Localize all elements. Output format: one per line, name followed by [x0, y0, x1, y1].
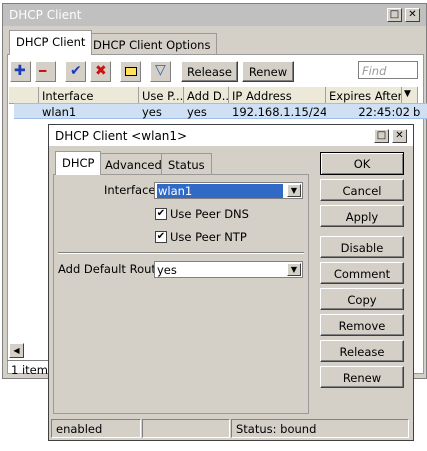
col-interface[interactable]: Interface [39, 87, 139, 104]
plus-icon: ✚ [14, 63, 26, 79]
dialog-restore-button[interactable]: □ [374, 129, 389, 143]
interface-label: Interface: [104, 183, 160, 197]
remove-button[interactable]: Remove [320, 314, 404, 336]
scroll-left-arrow[interactable]: ◀ [9, 343, 24, 358]
comment-button[interactable] [120, 61, 141, 82]
disable-button[interactable]: Disable [320, 236, 404, 258]
add-default-route-label: Add Default Route: [58, 262, 167, 276]
interface-select[interactable]: wlan1 ▼ [154, 182, 303, 199]
use-peer-dns-checkbox[interactable]: ✔ [155, 208, 167, 220]
window-titlebar[interactable]: DHCP Client □ ✕ [3, 4, 426, 26]
remove-button[interactable]: ━ [35, 61, 56, 82]
enable-button[interactable]: ✔ [65, 61, 86, 82]
columns-dropdown[interactable]: ▼ [402, 87, 418, 104]
comment-button[interactable]: Comment [320, 262, 404, 284]
cancel-button[interactable]: Cancel [320, 179, 404, 201]
cell-use-peer-dns: yes [142, 105, 162, 119]
cell-ip-address: 192.168.1.15/24 [232, 105, 326, 119]
apply-button[interactable]: Apply [320, 205, 404, 227]
col-ip-address[interactable]: IP Address [229, 87, 326, 104]
window-title: DHCP Client [9, 8, 82, 22]
copy-button[interactable]: Copy [320, 288, 404, 310]
find-input[interactable]: Find [358, 61, 418, 79]
renew-button[interactable]: Renew [320, 366, 404, 388]
filter-icon: ▽ [155, 62, 166, 78]
use-peer-dns-label: Use Peer DNS [170, 207, 249, 221]
minus-icon: ━ [39, 64, 47, 78]
disable-button[interactable]: ✖ [90, 61, 111, 82]
filter-button[interactable]: ▽ [150, 61, 171, 82]
col-selector[interactable] [9, 87, 39, 104]
use-peer-ntp-label: Use Peer NTP [170, 230, 247, 244]
tab-dhcp[interactable]: DHCP [55, 151, 102, 175]
interface-value: wlan1 [157, 184, 283, 198]
check-icon: ✔ [70, 63, 82, 79]
status-bound: Status: bound [231, 419, 409, 438]
tab-status[interactable]: Status [161, 153, 212, 175]
cell-add-default: yes [187, 105, 207, 119]
dialog-titlebar[interactable]: DHCP Client <wlan1> □ ✕ [49, 125, 413, 147]
release-button[interactable]: Release [320, 340, 404, 362]
col-use-peer-dns[interactable]: Use P... [139, 87, 184, 104]
note-icon [125, 67, 137, 76]
cell-interface: wlan1 [42, 105, 77, 119]
restore-button[interactable]: □ [387, 8, 402, 22]
add-default-route-select[interactable]: yes ▼ [154, 261, 303, 278]
add-default-route-value: yes [157, 263, 177, 277]
renew-button[interactable]: Renew [242, 61, 294, 82]
dropdown-arrow-icon[interactable]: ▼ [287, 184, 301, 197]
status-middle [142, 419, 230, 438]
col-add-default[interactable]: Add D... [184, 87, 229, 104]
divider [58, 252, 304, 254]
ok-button[interactable]: OK [320, 152, 404, 175]
use-peer-ntp-checkbox[interactable]: ✔ [155, 231, 167, 243]
add-button[interactable]: ✚ [10, 61, 31, 82]
tab-dhcp-client[interactable]: DHCP Client [9, 30, 93, 55]
release-button[interactable]: Release [181, 61, 238, 82]
col-expires-after[interactable]: Expires After [326, 87, 402, 104]
cell-expires-after: 22:45:02 [358, 105, 410, 119]
tab-dhcp-client-options[interactable]: DHCP Client Options [86, 33, 218, 55]
cross-icon: ✖ [95, 63, 107, 79]
close-button[interactable]: ✕ [405, 8, 420, 22]
dropdown-arrow-icon[interactable]: ▼ [287, 263, 301, 276]
dhcp-client-dialog: DHCP Client <wlan1> □ ✕ DHCP Advanced St… [48, 124, 414, 441]
status-enabled: enabled [51, 419, 141, 438]
dialog-close-button[interactable]: ✕ [392, 129, 407, 143]
dialog-title: DHCP Client <wlan1> [55, 129, 188, 143]
tab-advanced[interactable]: Advanced [98, 153, 169, 175]
cell-overflow: b [413, 105, 421, 119]
